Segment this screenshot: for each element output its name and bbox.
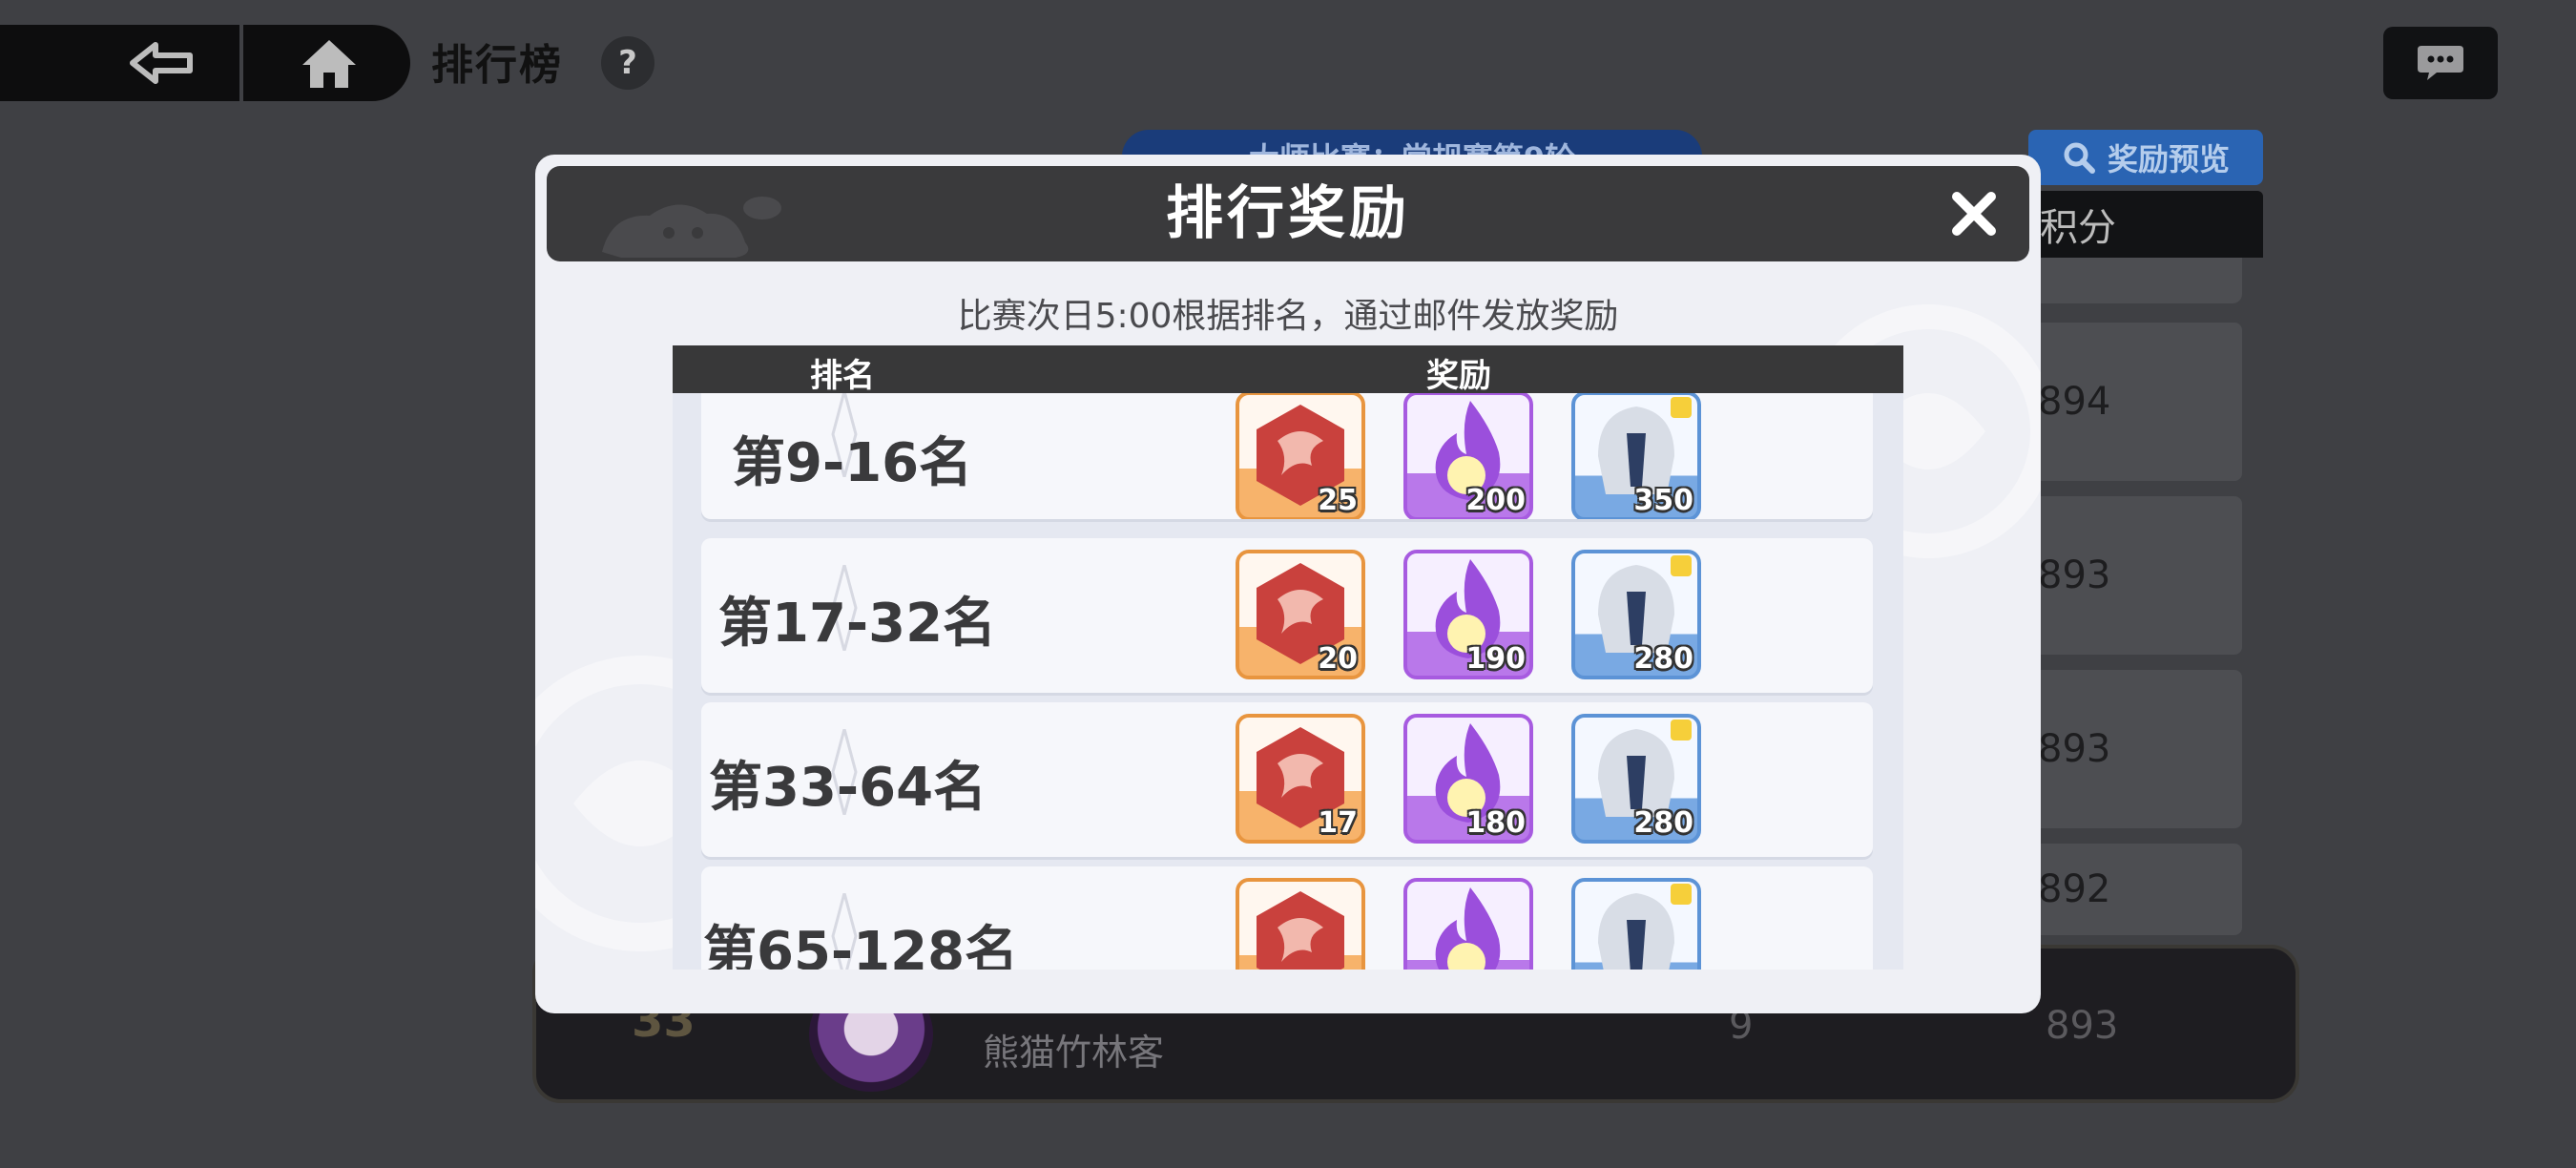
reward-item[interactable]: 280 bbox=[1571, 714, 1701, 844]
reward-row: 第17-32名 20 190 280 bbox=[701, 538, 1873, 693]
reward-count: 280 bbox=[1633, 642, 1693, 676]
dialog-title: 排行奖励 bbox=[1166, 180, 1410, 247]
reward-list[interactable]: 第9-16名 25 200 350 第17-32名 20 190 280 第33… bbox=[673, 393, 1903, 970]
score-column-header: 积分 bbox=[2004, 191, 2263, 258]
top-nav-bar bbox=[0, 25, 410, 101]
dialog-header: 排行奖励 bbox=[547, 166, 2029, 261]
dragon-emblem-icon bbox=[1257, 891, 1344, 970]
reward-item[interactable] bbox=[1236, 878, 1365, 970]
back-button[interactable] bbox=[0, 25, 243, 101]
knight-helmet-icon bbox=[1598, 884, 1692, 970]
reward-count: 20 bbox=[1318, 642, 1358, 676]
page-title: 排行榜 bbox=[431, 41, 563, 90]
rank-range-label: 第17-32名 bbox=[718, 593, 997, 655]
player-name: 熊猫竹林客 bbox=[983, 1032, 1165, 1074]
reward-count: 25 bbox=[1318, 484, 1358, 517]
chat-bubble-icon bbox=[2418, 46, 2463, 80]
home-button[interactable] bbox=[247, 25, 410, 101]
reward-count: 180 bbox=[1465, 806, 1526, 840]
reward-row: 第65-128名 bbox=[701, 866, 1873, 970]
reward-table: 排名 奖励 第9-16名 25 200 350 第17-32名 20 190 2… bbox=[673, 345, 1903, 970]
column-header-reward: 奖励 bbox=[1426, 357, 1491, 395]
reward-item[interactable]: 180 bbox=[1403, 714, 1533, 844]
home-icon bbox=[301, 40, 356, 88]
rank-reward-dialog: 排行奖励 比赛次日5:00根据排名，通过邮件发放奖励 排名 奖励 第9-16名 … bbox=[535, 155, 2041, 1013]
reward-item[interactable]: 25 bbox=[1236, 393, 1365, 519]
reward-count: 280 bbox=[1633, 806, 1693, 840]
reward-count: 350 bbox=[1633, 484, 1693, 517]
reward-item[interactable]: 200 bbox=[1403, 393, 1533, 519]
reward-count: 200 bbox=[1465, 484, 1526, 517]
reward-item[interactable]: 20 bbox=[1236, 550, 1365, 679]
reward-item[interactable]: 190 bbox=[1403, 550, 1533, 679]
reward-item[interactable] bbox=[1403, 878, 1533, 970]
reward-count: 190 bbox=[1465, 642, 1526, 676]
reward-row: 第9-16名 25 200 350 bbox=[701, 393, 1873, 519]
rank-range-label: 第33-64名 bbox=[709, 757, 987, 819]
reward-row: 第33-64名 17 180 280 bbox=[701, 702, 1873, 857]
reward-item[interactable]: 17 bbox=[1236, 714, 1365, 844]
chat-button[interactable] bbox=[2383, 27, 2498, 99]
back-arrow-icon bbox=[130, 42, 193, 84]
rank-range-label: 第65-128名 bbox=[703, 921, 1019, 970]
reward-item[interactable] bbox=[1571, 878, 1701, 970]
reward-preview-button[interactable]: 奖励预览 bbox=[2028, 130, 2263, 185]
reward-item[interactable]: 280 bbox=[1571, 550, 1701, 679]
reward-preview-label: 奖励预览 bbox=[2107, 141, 2230, 177]
reward-count: 17 bbox=[1318, 806, 1358, 840]
reward-item[interactable]: 350 bbox=[1571, 393, 1701, 519]
purple-flame-icon bbox=[1435, 887, 1501, 970]
column-header-rank: 排名 bbox=[810, 357, 875, 395]
close-button[interactable] bbox=[1945, 185, 2003, 242]
help-button[interactable]: ? bbox=[601, 36, 654, 90]
search-icon bbox=[2064, 142, 2095, 174]
rank-range-label: 第9-16名 bbox=[732, 432, 973, 494]
table-header: 排名 奖励 bbox=[673, 345, 1903, 395]
player-score: 893 bbox=[2046, 1004, 2119, 1048]
dialog-subtitle: 比赛次日5:00根据排名，通过邮件发放奖励 bbox=[957, 297, 1619, 336]
close-icon bbox=[1952, 192, 1996, 236]
